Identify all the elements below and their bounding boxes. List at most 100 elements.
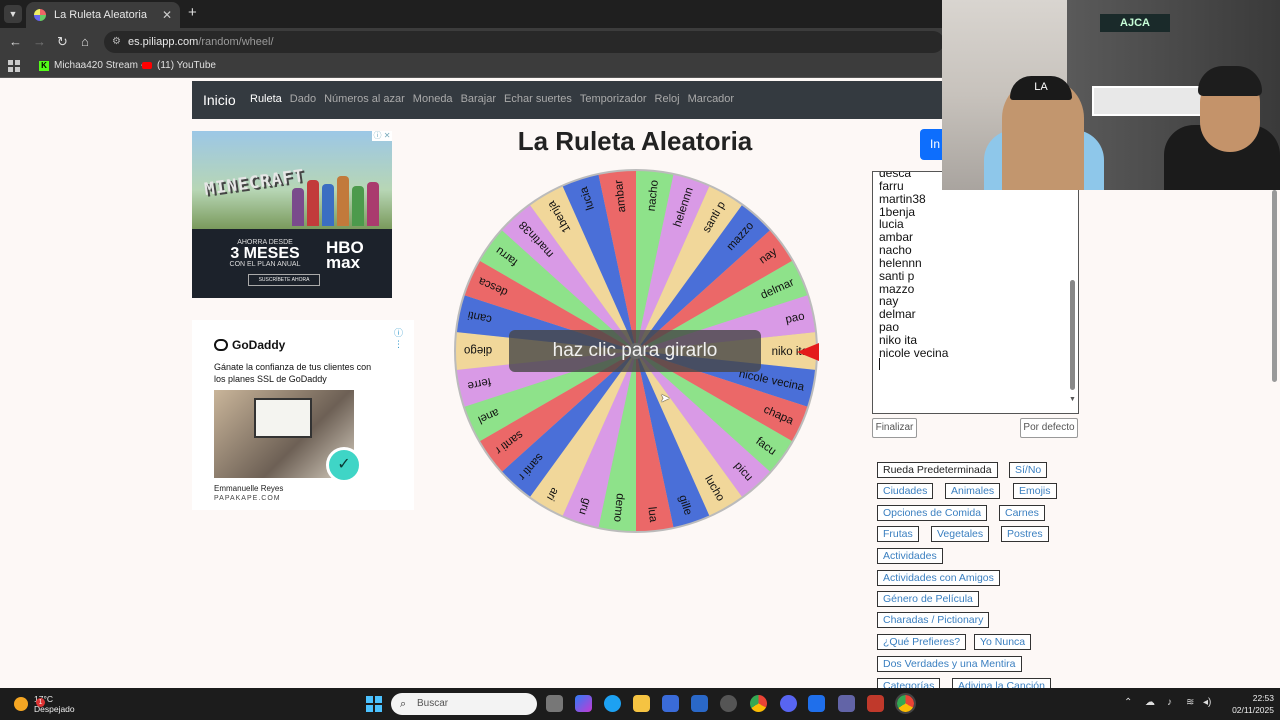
store-icon[interactable] xyxy=(662,695,679,712)
nav-link-reloj[interactable]: Reloj xyxy=(655,93,680,105)
bookmark-kick[interactable]: K Michaa420 Stream -... xyxy=(39,60,152,71)
ad-characters-image xyxy=(292,171,382,226)
tray-expand-icon[interactable]: ⌃ xyxy=(1124,697,1132,708)
finish-button[interactable]: Finalizar xyxy=(872,418,917,438)
reload-icon[interactable]: ↻ xyxy=(57,34,68,50)
home-icon[interactable]: ⌂ xyxy=(81,34,89,50)
page-scrollbar[interactable] xyxy=(1272,190,1277,382)
nav-links: Ruleta Dado Números al azar Moneda Baraj… xyxy=(250,93,734,105)
scroll-down-icon[interactable]: ▼ xyxy=(1069,396,1076,403)
app-icon-2[interactable] xyxy=(808,695,825,712)
nav-link-numeros[interactable]: Números al azar xyxy=(324,93,405,105)
preset-tag[interactable]: Ciudades xyxy=(877,483,934,499)
preset-tag[interactable]: Postres xyxy=(1001,526,1049,542)
preset-tag[interactable]: Carnes xyxy=(999,505,1045,521)
spin-prompt-button[interactable]: haz clic para girarlo xyxy=(509,330,761,372)
preset-tag[interactable]: Frutas xyxy=(877,526,919,542)
preset-tag[interactable]: Yo Nunca xyxy=(974,634,1032,650)
discord-icon[interactable] xyxy=(780,695,797,712)
preset-tag[interactable]: Género de Película xyxy=(877,591,979,607)
ad-info-icon[interactable]: ⓘ ⋮ xyxy=(394,326,414,350)
cap: LA xyxy=(1010,76,1072,100)
system-clock[interactable]: 22:53 02/11/2025 xyxy=(1224,692,1274,716)
task-view-icon[interactable] xyxy=(546,695,563,712)
ad-description: Gánate la confianza de tus clientes con … xyxy=(214,362,372,384)
name-entry: helennn xyxy=(879,255,922,270)
recording-app-icon[interactable] xyxy=(867,695,884,712)
search-placeholder: Buscar xyxy=(417,698,449,709)
neon-sign: AJCA xyxy=(1100,14,1170,32)
site-info-icon[interactable]: ⚙ xyxy=(112,31,121,53)
forward-arrow-icon[interactable]: → xyxy=(33,34,46,50)
preset-tag[interactable]: Opciones de Comida xyxy=(877,505,988,521)
name-entry: santi p xyxy=(879,268,915,283)
names-list: desca farru martin38 1benja lucia ambar nacho h… xyxy=(879,172,948,360)
nav-link-temporizador[interactable]: Temporizador xyxy=(580,93,647,105)
nav-home-link[interactable]: Inicio xyxy=(203,92,236,108)
hbo-max-ad[interactable]: MINECRAFT AHORRA DESDE 3 MESES CON EL PL… xyxy=(192,131,392,298)
address-bar[interactable]: ⚙ es.piliapp.com/random/wheel/ xyxy=(104,31,944,53)
textarea-scrollbar[interactable] xyxy=(1070,280,1075,390)
browser-tab[interactable]: La Ruleta Aleatoria ✕ xyxy=(26,2,180,28)
wall-frame xyxy=(1092,86,1202,116)
ad-subscribe-button[interactable]: SUSCRÍBETE AHORA xyxy=(248,274,320,286)
side-action-button[interactable]: In xyxy=(920,129,942,160)
ad-choices-icon[interactable]: ⓘ ✕ xyxy=(372,131,392,141)
screen: ▼ La Ruleta Aleatoria ✕ + ← → ↻ ⌂ ⚙ es.p… xyxy=(0,0,1280,720)
url-path: /random/wheel/ xyxy=(198,36,274,48)
volume-icon[interactable]: ◂) xyxy=(1203,697,1211,708)
weather-sun-icon xyxy=(14,697,28,711)
wifi-icon[interactable]: ≋ xyxy=(1186,697,1194,708)
preset-tag[interactable]: Rueda Predeterminada xyxy=(877,462,998,478)
taskbar-search[interactable]: ⌕ Buscar xyxy=(391,693,537,715)
wheel-slice-label: lua xyxy=(645,506,659,523)
back-arrow-icon[interactable]: ← xyxy=(9,34,22,50)
preset-tag[interactable]: Animales xyxy=(945,483,1001,499)
nav-link-barajar[interactable]: Barajar xyxy=(461,93,496,105)
nav-link-moneda[interactable]: Moneda xyxy=(413,93,453,105)
nav-link-ruleta[interactable]: Ruleta xyxy=(250,93,282,105)
preset-tag[interactable]: Emojis xyxy=(1013,483,1057,499)
godaddy-g-icon xyxy=(214,339,228,351)
file-explorer-icon[interactable] xyxy=(633,695,650,712)
security-shield-icon: ✓ xyxy=(326,447,362,483)
preset-tag[interactable]: Actividades con Amigos xyxy=(877,570,1000,586)
teams-icon[interactable] xyxy=(838,695,855,712)
preset-tag[interactable]: Vegetales xyxy=(931,526,990,542)
preset-tag[interactable]: ¿Qué Prefieres? xyxy=(877,634,967,650)
copilot-icon[interactable] xyxy=(575,695,592,712)
chrome-active-icon[interactable] xyxy=(895,693,916,714)
weather-widget[interactable]: 1 17°C Despejado xyxy=(14,694,75,714)
bookmark-youtube[interactable]: (11) YouTube xyxy=(142,60,216,71)
site-navbar: Inicio Ruleta Dado Números al azar Moned… xyxy=(192,81,942,119)
edge-icon[interactable] xyxy=(604,695,621,712)
close-tab-icon[interactable]: ✕ xyxy=(162,8,172,22)
onedrive-icon[interactable]: ☁ xyxy=(1145,697,1155,708)
ad-person-name: Emmanuelle Reyes xyxy=(214,484,284,493)
app-icon[interactable] xyxy=(720,695,737,712)
preset-tag[interactable]: Actividades xyxy=(877,548,943,564)
search-icon: ⌕ xyxy=(400,698,407,710)
url-host: es.piliapp.com xyxy=(128,36,199,48)
chrome-icon[interactable] xyxy=(750,695,767,712)
webcam-overlay: AJCA LA xyxy=(942,0,1280,190)
apps-grid-icon[interactable] xyxy=(8,60,20,72)
hbo-max-logo: HBO max xyxy=(326,238,364,272)
mic-icon[interactable]: ♪ xyxy=(1167,697,1172,708)
new-tab-plus-icon[interactable]: + xyxy=(188,5,197,21)
nav-link-marcador[interactable]: Marcador xyxy=(688,93,734,105)
mouse-cursor-icon: ➤ xyxy=(660,391,671,405)
preset-tag[interactable]: Dos Verdades y una Mentira xyxy=(877,656,1022,672)
nav-link-echar-suertes[interactable]: Echar suertes xyxy=(504,93,572,105)
names-textarea[interactable]: desca farru martin38 1benja lucia ambar nacho h… xyxy=(872,171,1079,414)
nav-link-dado[interactable]: Dado xyxy=(290,93,316,105)
preset-tag[interactable]: Sí/No xyxy=(1009,462,1048,478)
default-button[interactable]: Por defecto xyxy=(1020,418,1078,438)
tab-search-button[interactable]: ▼ xyxy=(4,5,22,23)
preset-tag[interactable]: Charadas / Pictionary xyxy=(877,612,990,628)
start-windows-icon[interactable] xyxy=(366,696,382,712)
wheel-slice-label: diego xyxy=(464,344,492,356)
godaddy-ad[interactable]: GoDaddy Gánate la confianza de tus clien… xyxy=(192,320,414,510)
mail-icon[interactable] xyxy=(691,695,708,712)
clock-date: 02/11/2025 xyxy=(1232,705,1274,715)
